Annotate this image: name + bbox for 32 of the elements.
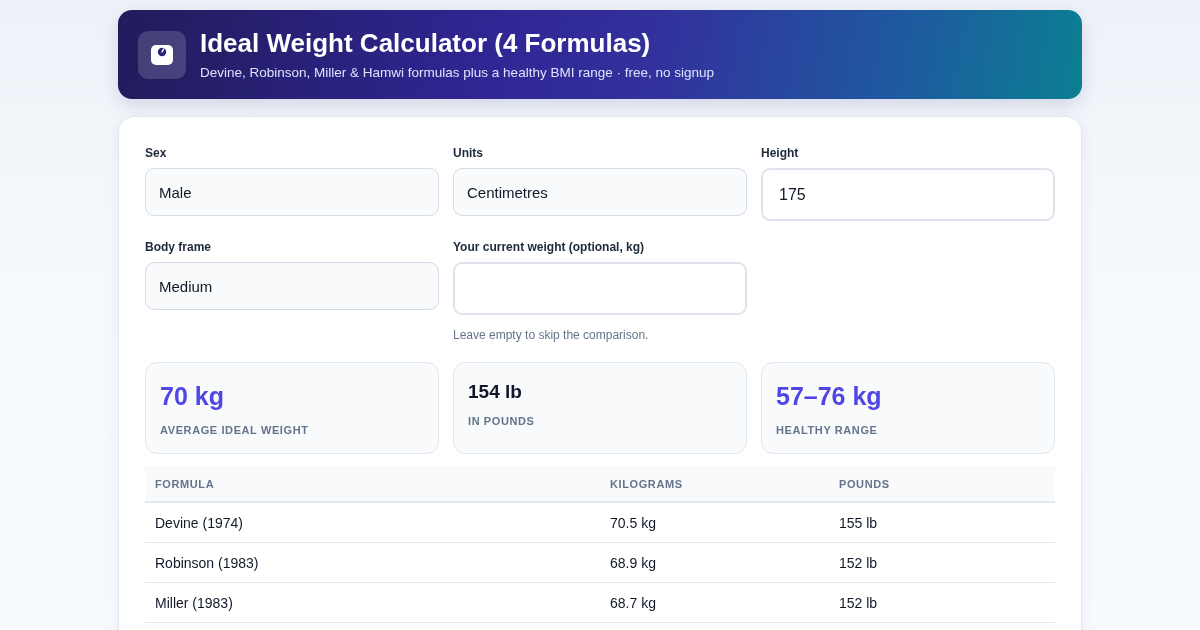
- field-label: Sex: [145, 145, 168, 161]
- select-field[interactable]: Centimetres: [453, 168, 747, 216]
- select-field[interactable]: Male: [145, 168, 439, 216]
- field-label: Height: [761, 145, 800, 161]
- page-subtitle: Devine, Robinson, Miller & Hamwi formulas plus a healthy BMI range · free, no signup: [200, 63, 714, 82]
- stat-value: 57–76 kg: [776, 381, 883, 411]
- field-label: Body frame: [145, 239, 213, 255]
- stat-label: AVERAGE IDEAL WEIGHT: [160, 423, 310, 437]
- stat-label: IN POUNDS: [468, 414, 536, 428]
- table-cell: 68.9 kg: [600, 542, 829, 583]
- column-header: POUNDS: [829, 466, 1055, 502]
- stat-label: HEALTHY RANGE: [776, 423, 879, 437]
- field-label: Your current weight (optional, kg): [453, 239, 646, 255]
- select-field[interactable]: Medium: [145, 262, 439, 310]
- input-field[interactable]: [453, 262, 747, 315]
- table-cell: 155 lb: [829, 502, 1055, 543]
- column-header: FORMULA: [145, 466, 600, 502]
- input-field[interactable]: 175: [761, 168, 1055, 221]
- scale-icon: [138, 30, 186, 79]
- column-header: KILOGRAMS: [600, 466, 829, 502]
- table-cell: 70.5 kg: [600, 502, 829, 543]
- field-hint: Leave empty to skip the comparison.: [453, 327, 650, 343]
- table-cell: Miller (1983): [145, 582, 600, 623]
- stat-value: 70 kg: [160, 381, 225, 411]
- stat-value: 154 lb: [468, 380, 523, 404]
- table-cell: Devine (1974): [145, 502, 600, 543]
- table-cell: Robinson (1983): [145, 542, 600, 583]
- table-cell: 152 lb: [829, 542, 1055, 583]
- table-cell: 152 lb: [829, 582, 1055, 623]
- field-label: Units: [453, 145, 484, 161]
- page-title: Ideal Weight Calculator (4 Formulas): [200, 27, 652, 58]
- table-cell: 68.7 kg: [600, 582, 829, 623]
